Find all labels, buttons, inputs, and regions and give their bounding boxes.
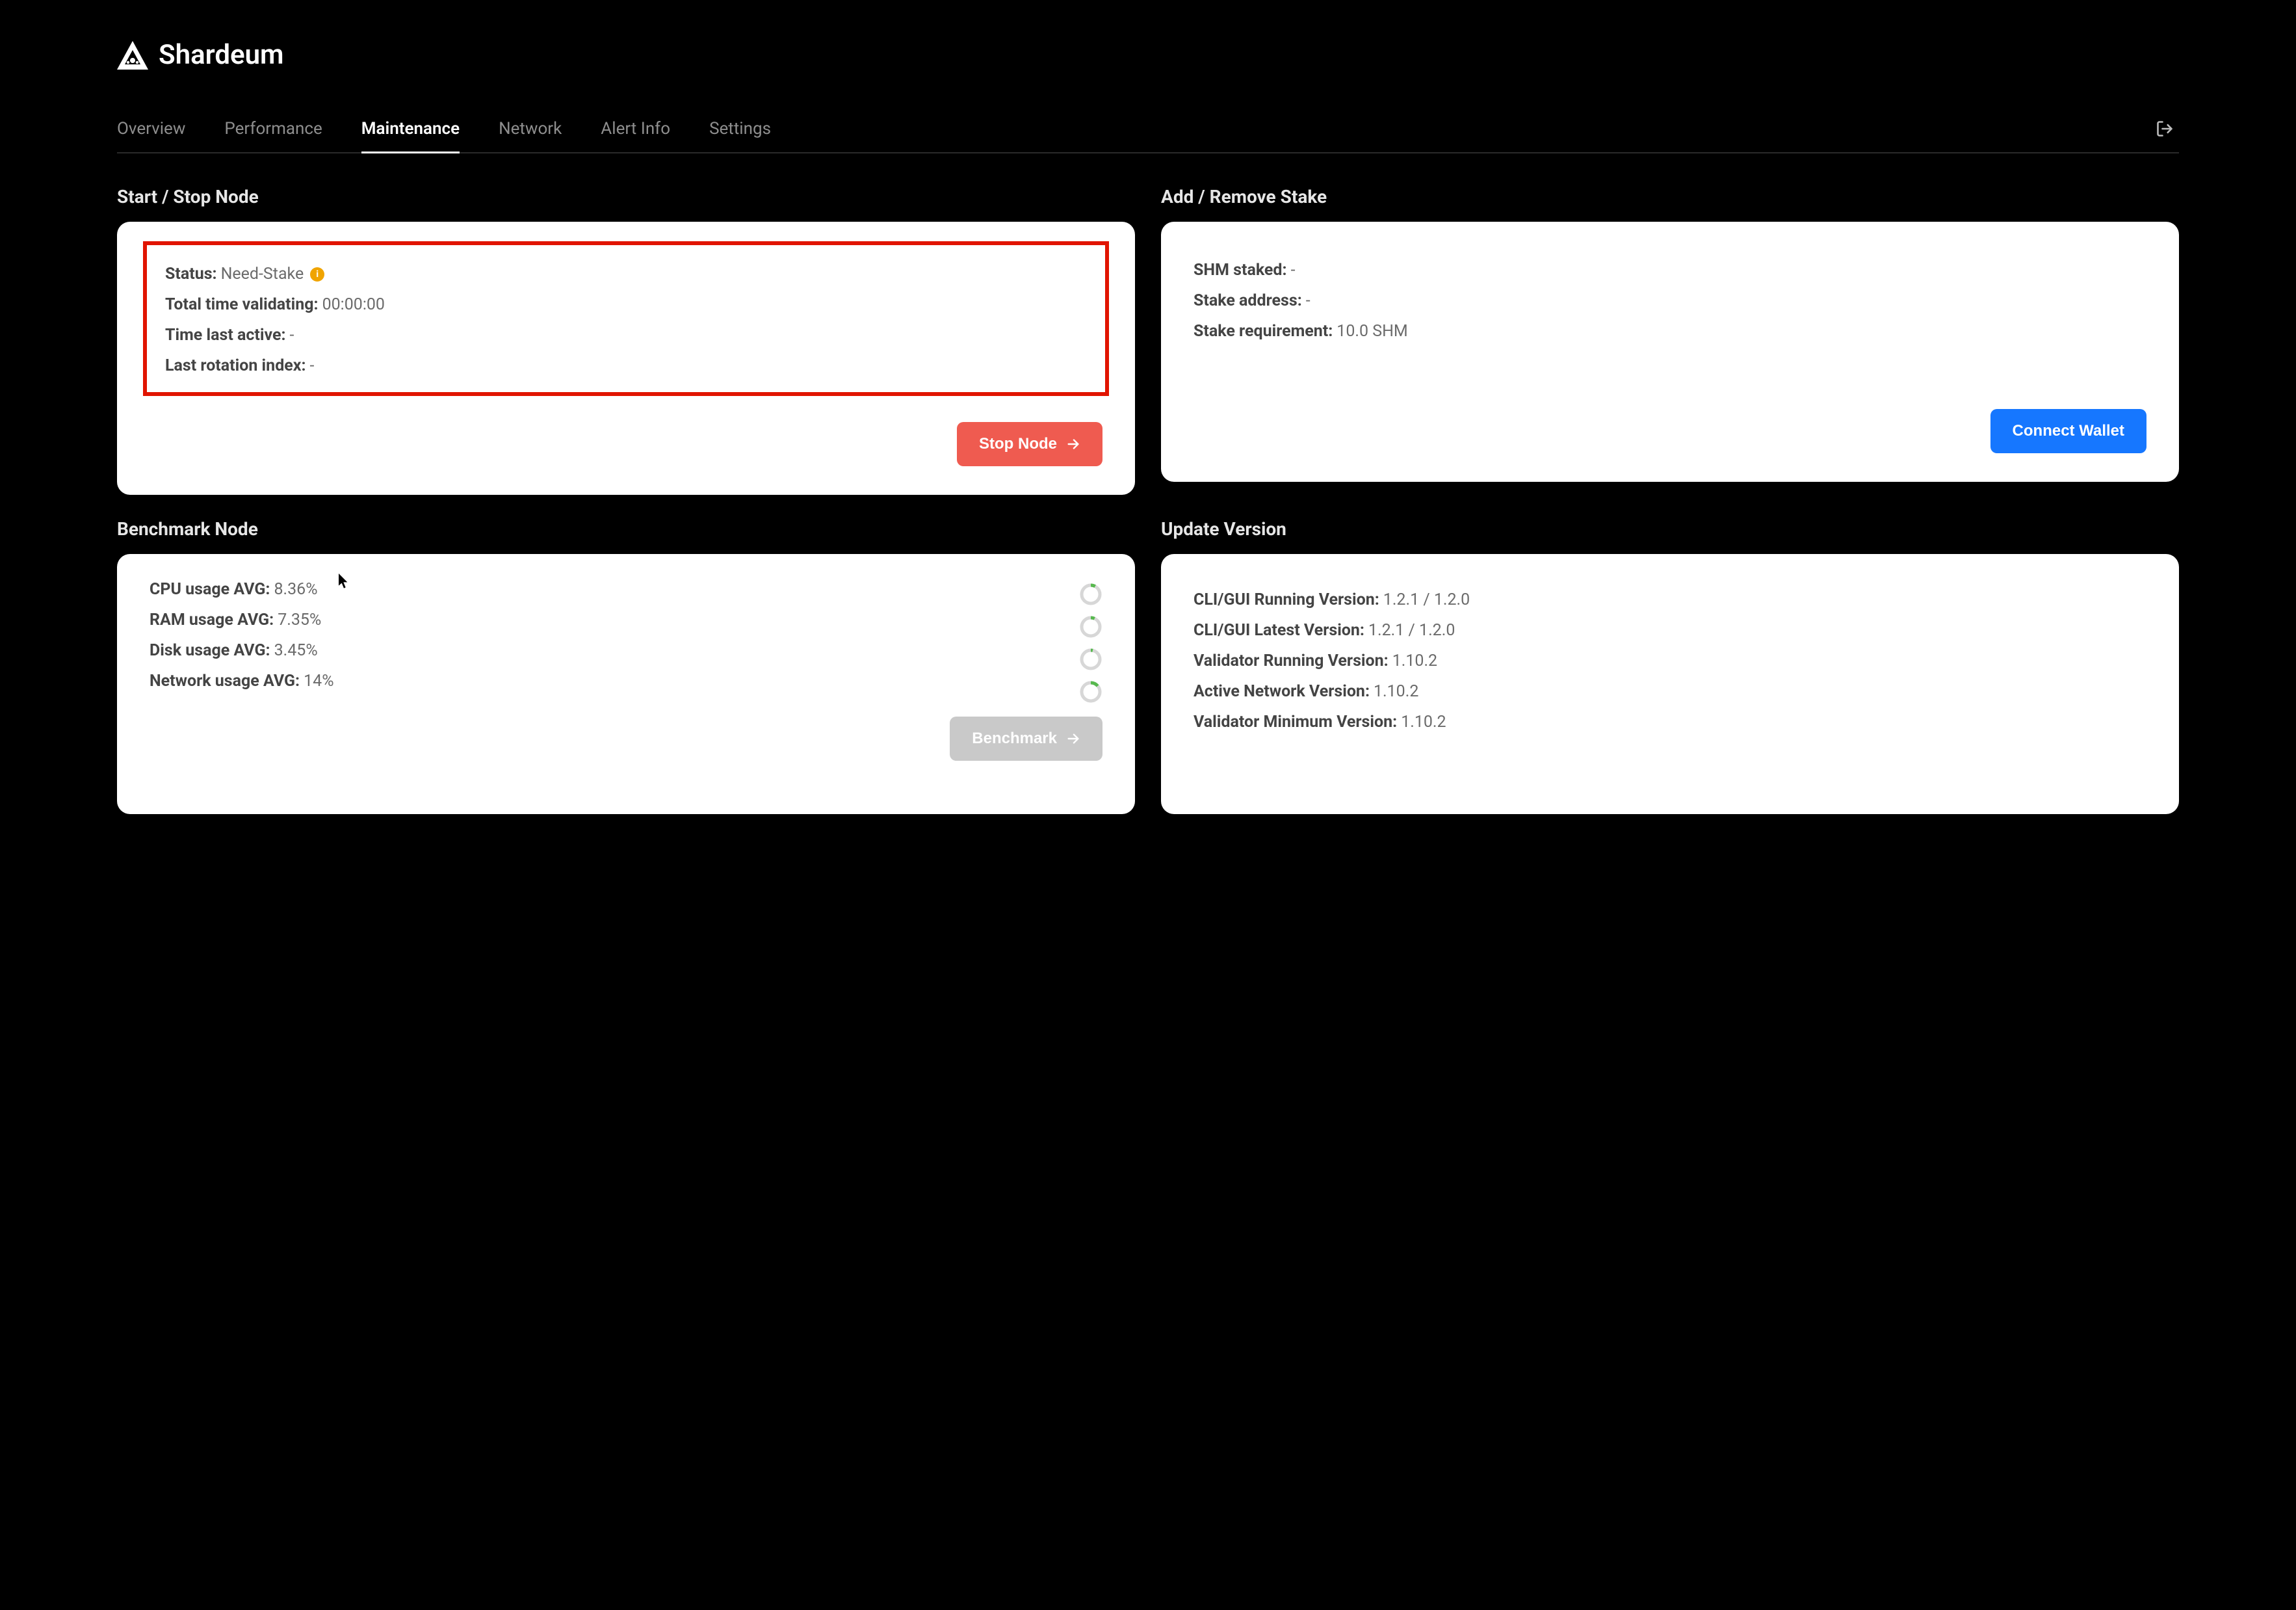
info-icon[interactable]: i <box>310 267 324 282</box>
stake-actions: Connect Wallet <box>1194 409 2146 453</box>
last-active-label: Time last active: <box>165 326 286 345</box>
stake-address-label: Stake address: <box>1194 291 1302 310</box>
connect-wallet-button[interactable]: Connect Wallet <box>1990 409 2146 453</box>
stake-req-line: Stake requirement: 10.0 SHM <box>1194 322 2146 341</box>
net-value: 14% <box>304 672 333 691</box>
benchmark-actions: Benchmark <box>150 717 1102 761</box>
net-donut-icon <box>1079 680 1102 704</box>
active-network-value: 1.10.2 <box>1374 682 1418 701</box>
status-line: Status: Need-Stake i <box>165 265 1087 284</box>
donut-column <box>1079 580 1102 704</box>
benchmark-button: Benchmark <box>950 717 1102 761</box>
tab-performance[interactable]: Performance <box>224 107 322 153</box>
validator-min-label: Validator Minimum Version: <box>1194 713 1397 732</box>
section-start-stop: Start / Stop Node Status: Need-Stake i T… <box>117 186 1135 495</box>
section-benchmark: Benchmark Node CPU usage AVG: 8.36% RAM … <box>117 518 1135 814</box>
start-stop-actions: Stop Node <box>150 422 1102 466</box>
stake-title: Add / Remove Stake <box>1161 186 2179 207</box>
net-line: Network usage AVG: 14% <box>150 672 1060 691</box>
ram-label: RAM usage AVG: <box>150 611 274 629</box>
arrow-right-icon <box>1066 437 1080 451</box>
stake-req-value: 10.0 SHM <box>1337 322 1407 341</box>
disk-donut-icon <box>1079 648 1102 671</box>
validator-min-value: 1.10.2 <box>1401 713 1446 732</box>
stake-info: SHM staked: - Stake address: - Stake req… <box>1194 248 2146 396</box>
active-network-line: Active Network Version: 1.10.2 <box>1194 682 2146 701</box>
stake-req-label: Stake requirement: <box>1194 322 1333 341</box>
benchmark-metrics: CPU usage AVG: 8.36% RAM usage AVG: 7.35… <box>150 580 1060 691</box>
logout-icon[interactable] <box>2150 114 2179 146</box>
validator-running-label: Validator Running Version: <box>1194 652 1389 670</box>
benchmark-title: Benchmark Node <box>117 518 1135 540</box>
tab-maintenance[interactable]: Maintenance <box>361 107 460 153</box>
ram-value: 7.35% <box>278 611 321 629</box>
content-grid: Start / Stop Node Status: Need-Stake i T… <box>117 186 2179 814</box>
brand-name: Shardeum <box>159 39 284 71</box>
net-label: Network usage AVG: <box>150 672 300 691</box>
total-time-label: Total time validating: <box>165 295 319 314</box>
disk-value: 3.45% <box>274 641 318 660</box>
cpu-donut-icon <box>1079 583 1102 606</box>
tab-overview[interactable]: Overview <box>117 107 185 153</box>
version-card: CLI/GUI Running Version: 1.2.1 / 1.2.0 C… <box>1161 554 2179 814</box>
status-highlight-box: Status: Need-Stake i Total time validati… <box>143 241 1109 396</box>
section-stake: Add / Remove Stake SHM staked: - Stake a… <box>1161 186 2179 495</box>
rotation-value: - <box>310 356 315 375</box>
active-network-label: Active Network Version: <box>1194 682 1370 701</box>
shardeum-logo-icon <box>117 41 148 70</box>
validator-min-line: Validator Minimum Version: 1.10.2 <box>1194 713 2146 732</box>
nav-tabs: Overview Performance Maintenance Network… <box>117 107 2150 152</box>
stake-address-value: - <box>1306 291 1311 310</box>
cpu-label: CPU usage AVG: <box>150 580 270 599</box>
nav-row: Overview Performance Maintenance Network… <box>117 107 2179 153</box>
start-stop-title: Start / Stop Node <box>117 186 1135 207</box>
tab-network[interactable]: Network <box>499 107 562 153</box>
cli-latest-label: CLI/GUI Latest Version: <box>1194 621 1364 640</box>
last-active-line: Time last active: - <box>165 326 1087 345</box>
app-header: Shardeum <box>117 39 2179 71</box>
arrow-right-icon <box>1066 732 1080 746</box>
benchmark-card: CPU usage AVG: 8.36% RAM usage AVG: 7.35… <box>117 554 1135 814</box>
ram-donut-icon <box>1079 615 1102 639</box>
ram-line: RAM usage AVG: 7.35% <box>150 611 1060 629</box>
cpu-value: 8.36% <box>274 580 317 599</box>
benchmark-button-label: Benchmark <box>972 730 1057 748</box>
stake-card: SHM staked: - Stake address: - Stake req… <box>1161 222 2179 482</box>
section-version: Update Version CLI/GUI Running Version: … <box>1161 518 2179 814</box>
cli-running-value: 1.2.1 / 1.2.0 <box>1383 590 1470 609</box>
cli-latest-line: CLI/GUI Latest Version: 1.2.1 / 1.2.0 <box>1194 621 2146 640</box>
start-stop-card: Status: Need-Stake i Total time validati… <box>117 222 1135 495</box>
disk-line: Disk usage AVG: 3.45% <box>150 641 1060 660</box>
total-time-value: 00:00:00 <box>322 295 385 314</box>
shm-staked-value: - <box>1291 261 1296 280</box>
last-active-value: - <box>290 326 294 345</box>
cli-running-label: CLI/GUI Running Version: <box>1194 590 1379 609</box>
rotation-label: Last rotation index: <box>165 356 306 375</box>
version-title: Update Version <box>1161 518 2179 540</box>
total-time-line: Total time validating: 00:00:00 <box>165 295 1087 314</box>
benchmark-row: CPU usage AVG: 8.36% RAM usage AVG: 7.35… <box>150 580 1102 704</box>
shm-staked-label: SHM staked: <box>1194 261 1287 280</box>
validator-running-line: Validator Running Version: 1.10.2 <box>1194 652 2146 670</box>
shm-staked-line: SHM staked: - <box>1194 261 2146 280</box>
rotation-line: Last rotation index: - <box>165 356 1087 375</box>
status-label: Status: <box>165 265 217 284</box>
connect-wallet-button-label: Connect Wallet <box>2013 422 2124 440</box>
start-stop-info: Status: Need-Stake i Total time validati… <box>165 265 1087 375</box>
cpu-line: CPU usage AVG: 8.36% <box>150 580 1060 599</box>
stop-node-button[interactable]: Stop Node <box>957 422 1102 466</box>
validator-running-value: 1.10.2 <box>1392 652 1437 670</box>
version-info: CLI/GUI Running Version: 1.2.1 / 1.2.0 C… <box>1194 580 2146 785</box>
tab-settings[interactable]: Settings <box>709 107 771 153</box>
status-value: Need-Stake <box>221 265 304 284</box>
tab-alert-info[interactable]: Alert Info <box>601 107 670 153</box>
cli-latest-value: 1.2.1 / 1.2.0 <box>1368 621 1455 640</box>
stake-address-line: Stake address: - <box>1194 291 2146 310</box>
stop-node-button-label: Stop Node <box>979 435 1057 453</box>
disk-label: Disk usage AVG: <box>150 641 270 660</box>
cli-running-line: CLI/GUI Running Version: 1.2.1 / 1.2.0 <box>1194 590 2146 609</box>
